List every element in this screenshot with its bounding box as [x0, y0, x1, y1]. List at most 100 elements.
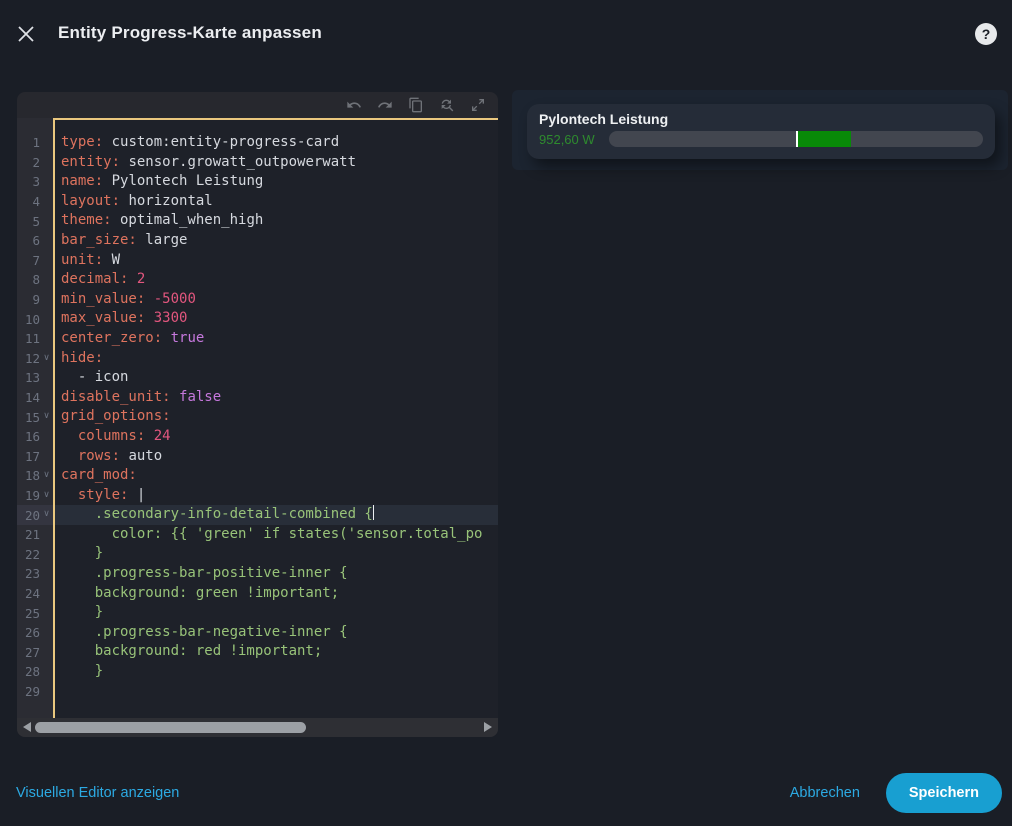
code-line[interactable]: rows: auto	[55, 447, 498, 467]
code-token: W	[103, 252, 120, 268]
gutter-row: 6	[17, 231, 53, 251]
save-button[interactable]: Speichern	[886, 773, 1002, 813]
code-line[interactable]: color: {{ 'green' if states('sensor.tota…	[55, 525, 498, 545]
code-line[interactable]: decimal: 2	[55, 270, 498, 290]
code-line[interactable]: name: Pylontech Leistung	[55, 172, 498, 192]
fold-chevron-icon[interactable]: ∨	[40, 486, 53, 506]
gutter-row: 17	[17, 447, 53, 467]
preview-card-value: 952,60 W	[539, 132, 601, 147]
gutter-row: 22	[17, 544, 53, 564]
code-token	[61, 487, 78, 503]
code-line[interactable]: columns: 24	[55, 427, 498, 447]
undo-button[interactable]	[345, 97, 362, 114]
code-line[interactable]: }	[55, 544, 498, 564]
gutter-row: 9	[17, 290, 53, 310]
code-line[interactable]: min_value: -5000	[55, 290, 498, 310]
line-number: 11	[17, 331, 40, 346]
gutter-row: 11	[17, 329, 53, 349]
code-token: |	[128, 487, 145, 503]
help-button[interactable]: ?	[975, 23, 997, 45]
code-token: center_zero:	[61, 330, 162, 346]
line-number: 25	[17, 606, 40, 621]
code-line[interactable]: background: red !important;	[55, 642, 498, 662]
gutter-row: 14	[17, 388, 53, 408]
code-line[interactable]: }	[55, 662, 498, 682]
code-line[interactable]: card_mod:	[55, 466, 498, 486]
fullscreen-button[interactable]	[469, 97, 486, 114]
code-token: columns:	[78, 428, 145, 444]
close-icon	[16, 24, 36, 44]
undo-icon	[346, 97, 362, 113]
code-line[interactable]: .progress-bar-positive-inner {	[55, 564, 498, 584]
fold-chevron-icon[interactable]: ∨	[40, 466, 53, 486]
cancel-button[interactable]: Abbrechen	[790, 785, 860, 801]
gutter-row: 28	[17, 662, 53, 682]
code-line[interactable]: hide:	[55, 349, 498, 369]
code-token: }	[61, 545, 103, 561]
scroll-right-arrow-icon[interactable]	[484, 722, 492, 732]
code-token: .secondary-info-detail-combined {	[61, 506, 373, 522]
code-line[interactable]: .secondary-info-detail-combined {	[55, 505, 498, 525]
code-token: .progress-bar-negative-inner {	[61, 624, 348, 640]
code-line[interactable]: unit: W	[55, 251, 498, 271]
code-token: style:	[78, 487, 129, 503]
code-line[interactable]: center_zero: true	[55, 329, 498, 349]
copy-button[interactable]	[407, 97, 424, 114]
fold-chevron-icon[interactable]: ∨	[40, 349, 53, 369]
code-line[interactable]: }	[55, 603, 498, 623]
line-number: 26	[17, 625, 40, 640]
code-line[interactable]: background: green !important;	[55, 584, 498, 604]
line-number: 5	[17, 214, 40, 229]
gutter-row: 10	[17, 309, 53, 329]
code-token: background: green !important;	[61, 585, 339, 601]
code-line[interactable]: type: custom:entity-progress-card	[55, 133, 498, 153]
line-number: 9	[17, 292, 40, 307]
scroll-left-arrow-icon[interactable]	[23, 722, 31, 732]
code-line[interactable]: .progress-bar-negative-inner {	[55, 623, 498, 643]
code-content[interactable]: type: custom:entity-progress-cardentity:…	[53, 118, 498, 718]
code-token: max_value:	[61, 310, 145, 326]
close-button[interactable]	[14, 22, 38, 46]
gutter-row: 24	[17, 584, 53, 604]
code-line[interactable]: - icon	[55, 368, 498, 388]
code-line[interactable]: disable_unit: false	[55, 388, 498, 408]
code-token: -5000	[154, 291, 196, 307]
fold-chevron-icon[interactable]: ∨	[40, 505, 53, 525]
line-number: 13	[17, 370, 40, 385]
code-token	[61, 428, 78, 444]
code-editor[interactable]: 123456789101112∨131415∨161718∨19∨20∨2122…	[17, 118, 498, 718]
copy-icon	[408, 97, 424, 113]
code-token: type:	[61, 134, 103, 150]
gutter-row: 26	[17, 623, 53, 643]
code-line[interactable]	[55, 682, 498, 702]
code-line[interactable]: style: |	[55, 486, 498, 506]
scrollbar-thumb[interactable]	[35, 722, 306, 733]
line-number: 20	[17, 508, 40, 523]
code-token: false	[179, 389, 221, 405]
line-number: 2	[17, 155, 40, 170]
fold-chevron-icon[interactable]: ∨	[40, 407, 53, 427]
gutter-row: 29	[17, 682, 53, 702]
code-line[interactable]: theme: optimal_when_high	[55, 211, 498, 231]
gutter: 123456789101112∨131415∨161718∨19∨20∨2122…	[17, 118, 53, 718]
horizontal-scrollbar[interactable]	[17, 718, 498, 737]
code-line[interactable]: layout: horizontal	[55, 192, 498, 212]
show-visual-editor-link[interactable]: Visuellen Editor anzeigen	[16, 785, 179, 801]
line-number: 22	[17, 547, 40, 562]
code-token: 3300	[154, 310, 188, 326]
gutter-row: 15∨	[17, 407, 53, 427]
line-number: 19	[17, 488, 40, 503]
line-number: 10	[17, 312, 40, 327]
preview-card-name: Pylontech Leistung	[539, 111, 983, 127]
code-line[interactable]: bar_size: large	[55, 231, 498, 251]
redo-button[interactable]	[376, 97, 393, 114]
find-replace-button[interactable]	[438, 97, 455, 114]
code-line[interactable]: max_value: 3300	[55, 309, 498, 329]
entity-progress-card-preview[interactable]: Pylontech Leistung 952,60 W	[527, 104, 995, 159]
code-token: }	[61, 663, 103, 679]
code-line[interactable]: entity: sensor.growatt_outpowerwatt	[55, 153, 498, 173]
code-token: auto	[120, 448, 162, 464]
line-number: 6	[17, 233, 40, 248]
code-token: true	[171, 330, 205, 346]
code-line[interactable]: grid_options:	[55, 407, 498, 427]
